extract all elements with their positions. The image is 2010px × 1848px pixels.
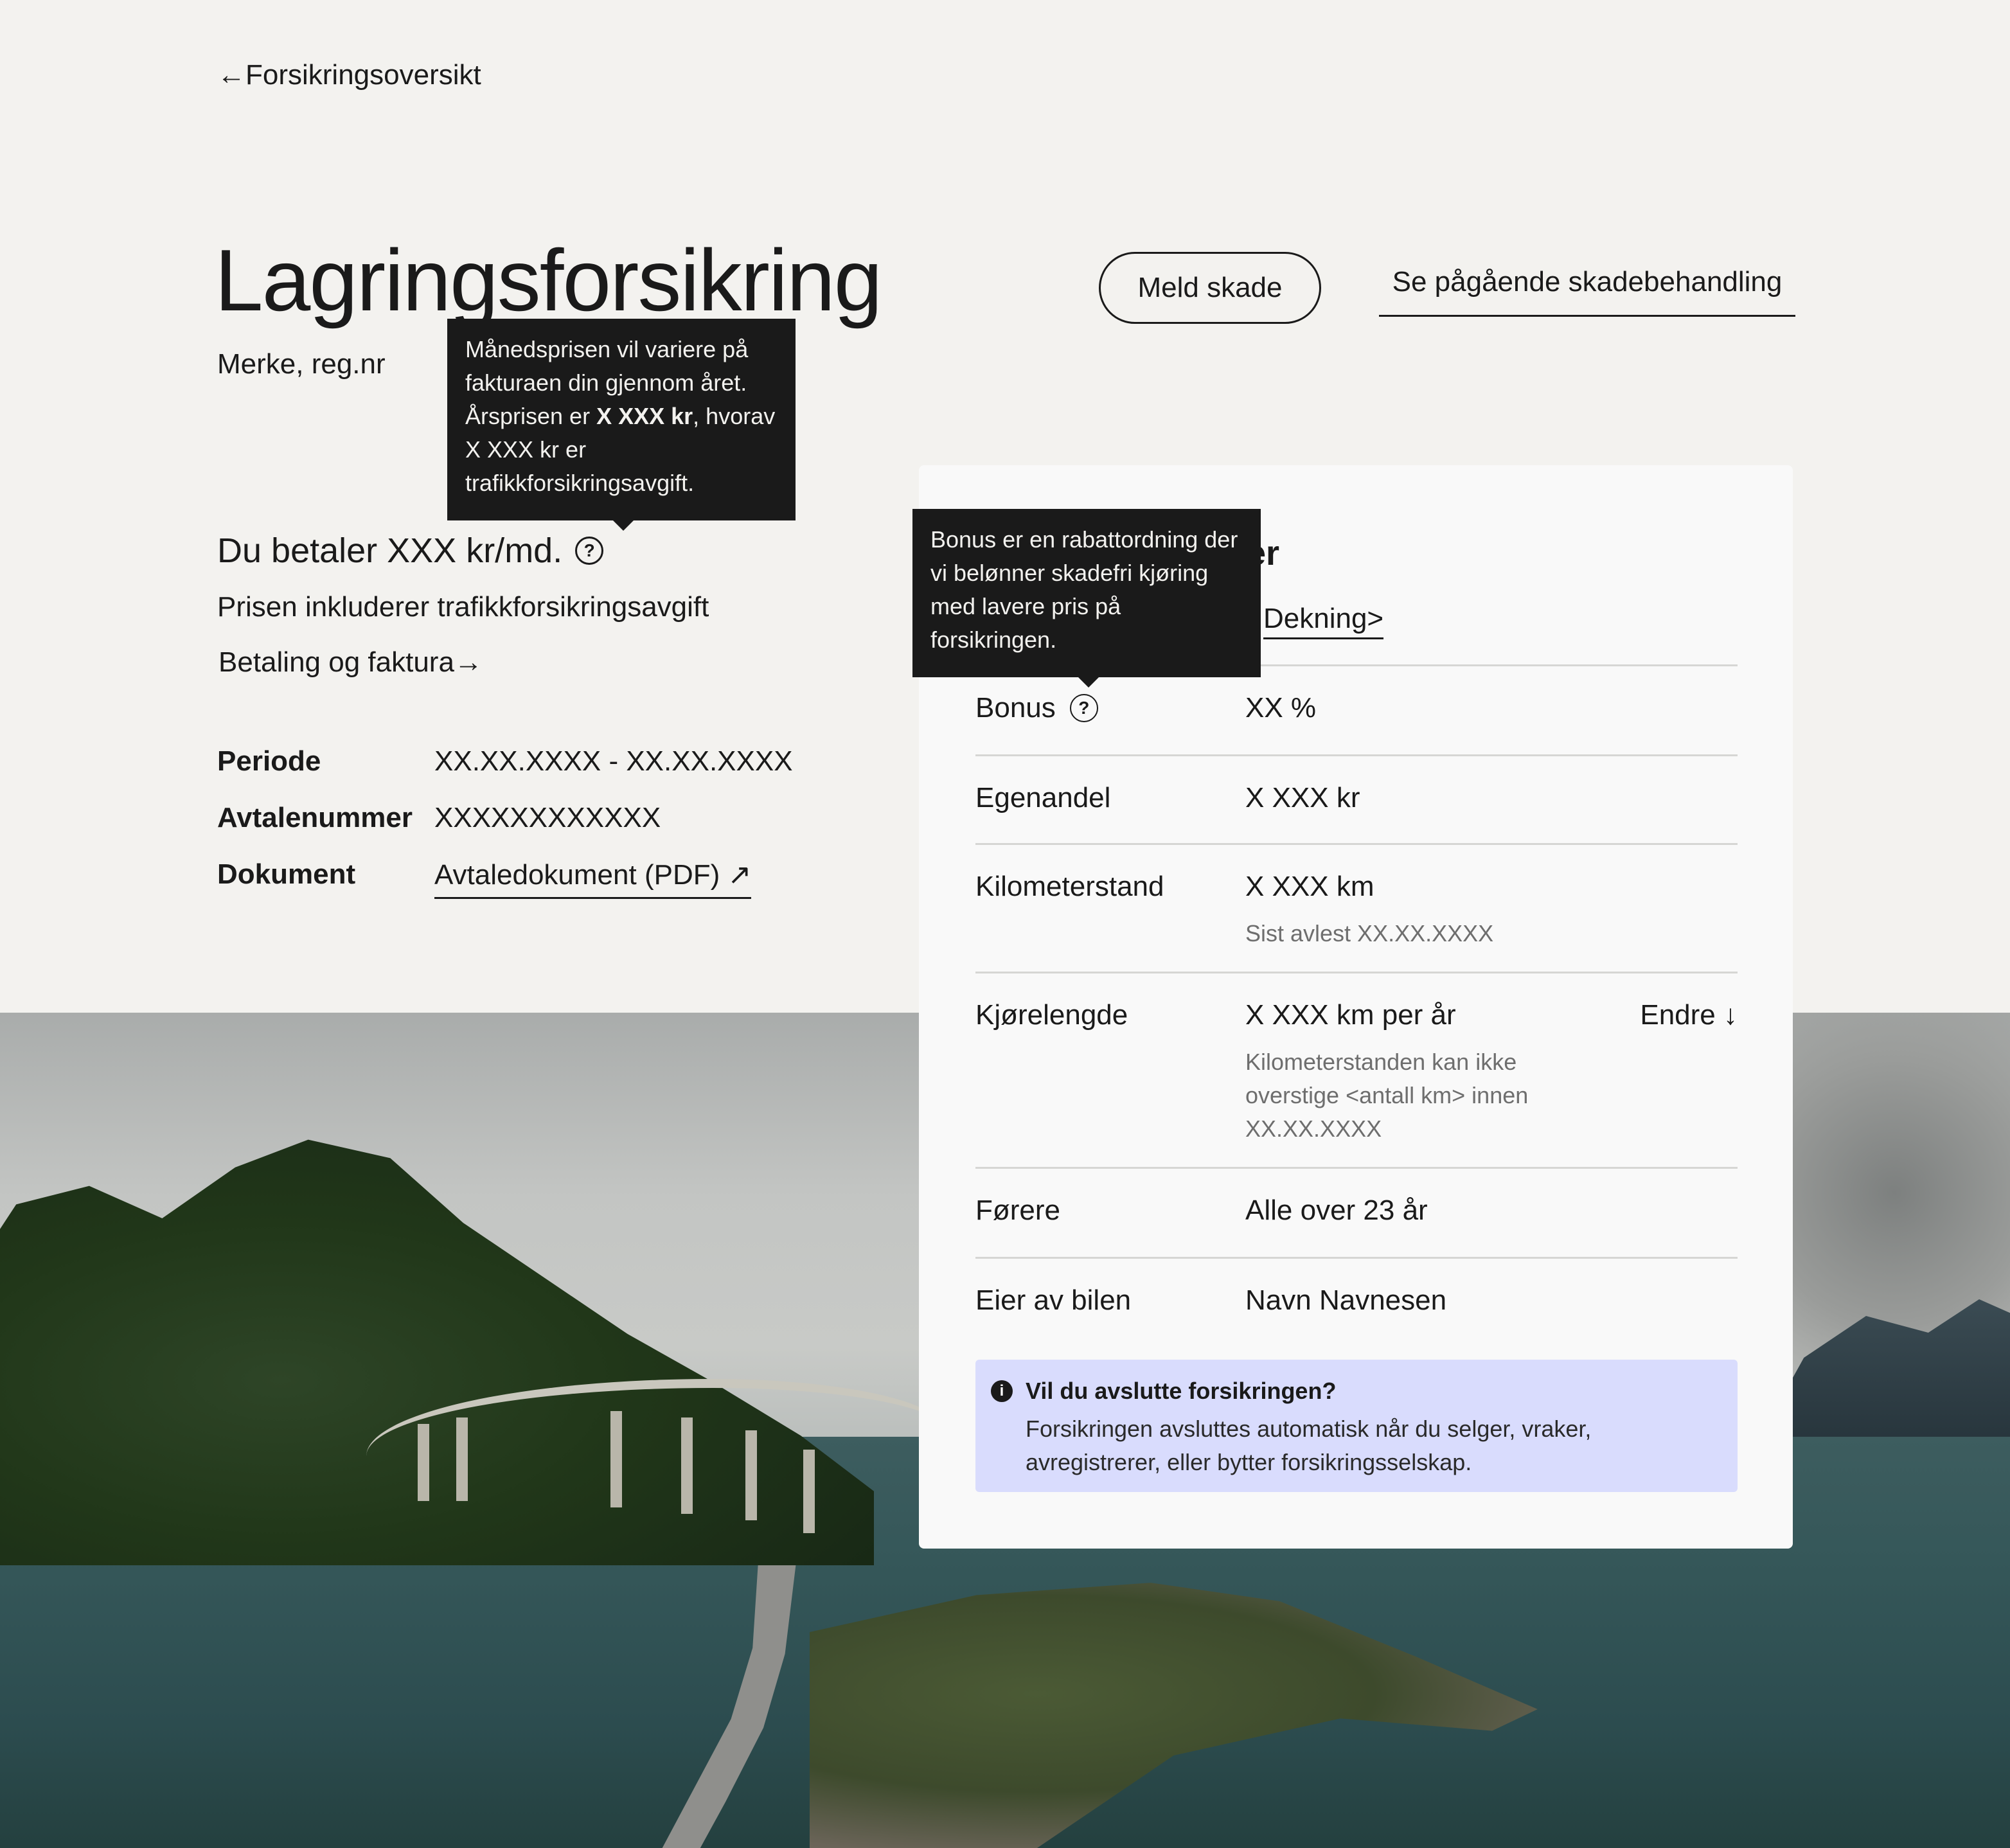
meta-row-document: Dokument Avtaledokument (PDF) ↗ xyxy=(217,858,793,915)
report-claim-button[interactable]: Meld skade xyxy=(1099,252,1321,324)
price-tooltip: Månedsprisen vil variere på fakturaen di… xyxy=(447,319,796,531)
document-label: Dokument xyxy=(217,858,356,890)
alert-body: Forsikringen avsluttes automatisk når du… xyxy=(1026,1416,1592,1475)
mileage-sub: Kilometerstanden kan ikke overstige <ant… xyxy=(1245,1049,1529,1142)
bonus-tooltip: Bonus er en rabattordning der vi belønne… xyxy=(912,509,1261,688)
drivers-label: Førere xyxy=(975,1195,1060,1226)
vehicle-subtitle: Merke, reg.nr xyxy=(217,348,386,380)
odometer-label: Kilometerstand xyxy=(975,871,1164,902)
row-mileage: Kjørelengde X XXX km per år Kilometersta… xyxy=(975,972,1738,1168)
info-circle-icon: i xyxy=(991,1380,1013,1402)
owner-value: Navn Navnesen xyxy=(1245,1284,1447,1316)
row-deductible: Egenandel X XXX kr xyxy=(975,754,1738,844)
agreement-label: Avtalenummer xyxy=(217,802,413,833)
question-circle-icon[interactable]: ? xyxy=(1069,694,1098,722)
cancel-info-alert: i Vil du avslutte forsikringen? Forsikri… xyxy=(975,1360,1738,1492)
odometer-sub: Sist avlest XX.XX.XXXX xyxy=(1245,920,1494,946)
photo-bridge-pillar xyxy=(681,1417,693,1514)
coverage-link[interactable]: Dekning> xyxy=(1263,603,1384,639)
mileage-value: X XXX km per år xyxy=(1245,999,1456,1031)
photo-bridge-pillar xyxy=(745,1430,757,1520)
photo-bridge-pillar xyxy=(418,1424,429,1501)
row-owner: Eier av bilen Navn Navnesen xyxy=(975,1257,1738,1347)
mileage-label: Kjørelengde xyxy=(975,999,1128,1031)
deductible-label: Egenandel xyxy=(975,782,1111,813)
question-circle-icon[interactable]: ? xyxy=(575,537,604,565)
price-note: Prisen inkluderer trafikkforsikringsavgi… xyxy=(217,591,709,623)
bonus-label-wrap: Bonus ? xyxy=(975,692,1098,724)
bonus-value: XX % xyxy=(1245,692,1317,724)
photo-bridge-pillar xyxy=(456,1417,468,1501)
period-label: Periode xyxy=(217,745,321,777)
change-mileage-button[interactable]: Endre ↓ xyxy=(1640,999,1738,1031)
agreement-pdf-link[interactable]: Avtaledokument (PDF) ↗ xyxy=(434,859,752,899)
photo-bridge-pillar xyxy=(610,1411,622,1507)
agreement-value: XXXXXXXXXXXX xyxy=(434,802,661,833)
odometer-value: X XXX km xyxy=(1245,871,1374,902)
page-title: Lagringsforsikring xyxy=(215,231,882,329)
photo-bridge-pillar xyxy=(803,1450,815,1533)
back-to-overview-link[interactable]: ←Forsikringsoversikt xyxy=(217,59,481,91)
price-tooltip-bold: X XXX kr xyxy=(596,403,693,429)
row-odometer: Kilometerstand X XXX km Sist avlest XX.X… xyxy=(975,843,1738,972)
ongoing-claims-link[interactable]: Se pågående skadebehandling xyxy=(1379,266,1795,317)
drivers-value: Alle over 23 år xyxy=(1245,1195,1428,1226)
price-heading-text: Du betaler XXX kr/md. xyxy=(217,531,563,570)
deductible-value: X XXX kr xyxy=(1245,782,1360,813)
bonus-tooltip-text: Bonus er en rabattordning der vi belønne… xyxy=(930,526,1238,653)
meta-row-period: Periode XX.XX.XXXX - XX.XX.XXXX xyxy=(217,745,793,802)
row-drivers: Førere Alle over 23 år xyxy=(975,1167,1738,1257)
policy-meta: Periode XX.XX.XXXX - XX.XX.XXXX Avtalenu… xyxy=(217,745,793,915)
period-value: XX.XX.XXXX - XX.XX.XXXX xyxy=(434,745,793,777)
meta-row-agreement: Avtalenummer XXXXXXXXXXXX xyxy=(217,802,793,858)
price-heading: Du betaler XXX kr/md. ? xyxy=(217,531,604,571)
alert-title: Vil du avslutte forsikringen? xyxy=(1026,1378,1337,1404)
owner-label: Eier av bilen xyxy=(975,1284,1132,1316)
bonus-label: Bonus xyxy=(975,692,1056,724)
payment-invoice-link[interactable]: Betaling og faktura→ xyxy=(218,646,483,679)
